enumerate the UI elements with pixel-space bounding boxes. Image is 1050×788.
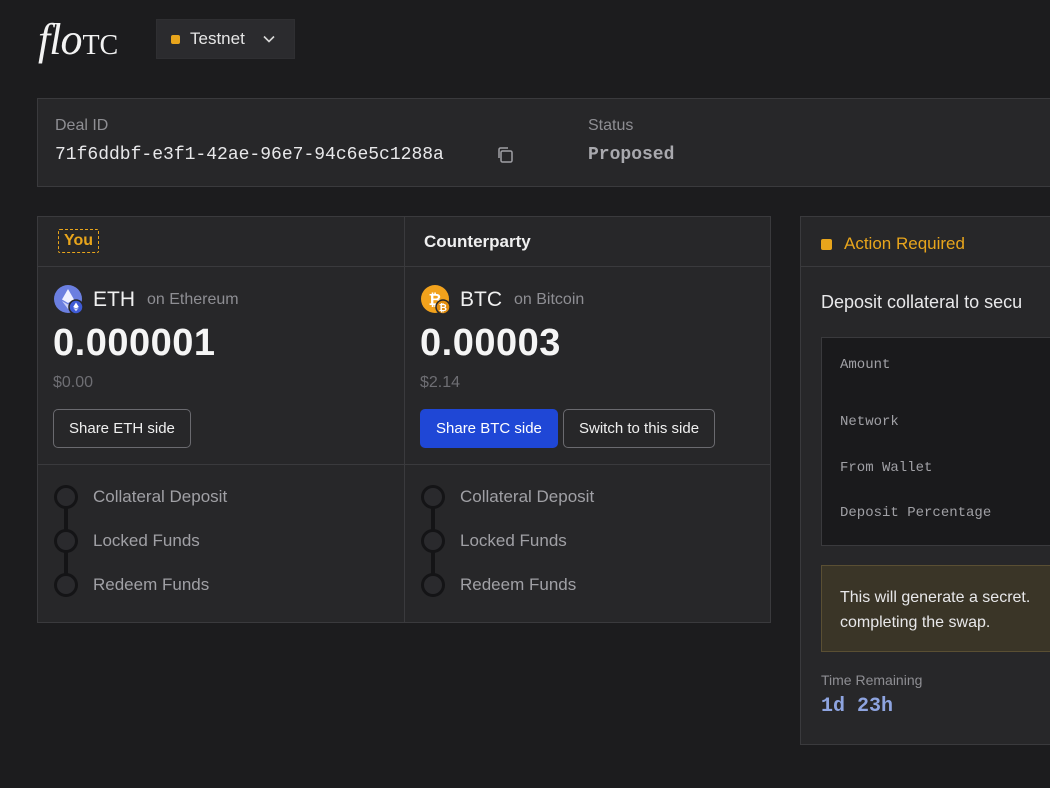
steps-divider xyxy=(38,464,770,465)
counterparty-step-redeem: Redeem Funds xyxy=(421,573,576,597)
bitcoin-icon: ₿ ₿ xyxy=(421,285,451,315)
counterparty-asset-symbol: BTC xyxy=(460,288,502,311)
chevron-down-icon xyxy=(263,35,275,43)
step-label: Redeem Funds xyxy=(460,575,577,594)
action-description: Deposit collateral to secu xyxy=(821,292,1023,312)
step-dot xyxy=(421,485,445,509)
you-tag: You xyxy=(58,229,100,253)
counterparty-asset-network: on Bitcoin xyxy=(514,291,585,308)
swap-card: You Counterparty ETH on Ethereum 0.00000… xyxy=(37,216,771,623)
step-dot xyxy=(54,485,78,509)
counterparty-heading: Counterparty xyxy=(424,232,531,251)
switch-side-button[interactable]: Switch to this side xyxy=(563,409,716,448)
status-label: Status xyxy=(588,117,634,134)
share-btc-side-button[interactable]: Share BTC side xyxy=(420,409,558,448)
action-header: Action Required xyxy=(821,234,965,254)
you-asset-line: ETH on Ethereum xyxy=(53,284,239,316)
time-remaining-label: Time Remaining xyxy=(821,672,923,688)
step-label: Locked Funds xyxy=(460,531,567,550)
you-steps-list: Collateral Deposit Locked Funds Redeem F… xyxy=(38,482,404,622)
note-text: This will generate a secret. completing … xyxy=(840,585,1030,635)
note-line-2: completing the swap. xyxy=(840,614,991,631)
action-status-dot xyxy=(821,238,832,250)
step-label: Locked Funds xyxy=(93,531,200,550)
you-side-panel: ETH on Ethereum 0.000001 $0.00 Share ETH… xyxy=(38,266,404,464)
copy-icon[interactable] xyxy=(495,145,515,165)
step-label: Redeem Funds xyxy=(93,575,210,594)
you-step-collateral: Collateral Deposit xyxy=(54,485,227,509)
ethereum-icon xyxy=(54,285,84,315)
secret-warning-note: This will generate a secret. completing … xyxy=(821,565,1050,652)
counterparty-amount: 0.00003 xyxy=(420,322,561,364)
action-header-divider xyxy=(801,266,1050,267)
network-selector[interactable]: Testnet xyxy=(156,19,295,59)
svg-text:₿: ₿ xyxy=(439,302,447,314)
step-dot xyxy=(421,573,445,597)
you-step-locked: Locked Funds xyxy=(54,529,200,553)
deal-id-label: Deal ID xyxy=(55,117,109,134)
detail-label-deposit-percentage: Deposit Percentage xyxy=(840,505,992,521)
app-logo: flo TC xyxy=(38,14,119,64)
counterparty-step-locked: Locked Funds xyxy=(421,529,567,553)
counterparty-side-panel: ₿ ₿ BTC on Bitcoin 0.00003 $2.14 Share B… xyxy=(405,266,771,464)
you-asset-network: on Ethereum xyxy=(147,291,239,308)
status-badge: Proposed xyxy=(588,145,675,165)
you-step-redeem: Redeem Funds xyxy=(54,573,209,597)
step-label: Collateral Deposit xyxy=(93,487,228,506)
you-usd-value: $0.00 xyxy=(53,374,94,391)
deal-id-value: 71f6ddbf-e3f1-42ae-96e7-94c6e5c1288a xyxy=(55,145,444,165)
you-asset-symbol: ETH xyxy=(93,288,135,311)
step-dot xyxy=(54,529,78,553)
step-label: Collateral Deposit xyxy=(460,487,595,506)
logo-caps-text: TC xyxy=(82,30,119,61)
step-dot xyxy=(421,529,445,553)
detail-label-from-wallet: From Wallet xyxy=(840,460,933,476)
deal-info-bar: Deal ID 71f6ddbf-e3f1-42ae-96e7-94c6e5c1… xyxy=(37,98,1050,187)
action-required-card: Action Required Deposit collateral to se… xyxy=(800,216,1050,745)
counterparty-step-collateral: Collateral Deposit xyxy=(421,485,594,509)
deposit-details-box: Amount Network From Wallet Deposit Perce… xyxy=(821,337,1050,546)
counterparty-usd-value: $2.14 xyxy=(420,374,461,391)
action-title: Action Required xyxy=(844,234,965,253)
logo-italic-text: flo xyxy=(38,15,82,64)
share-eth-side-button[interactable]: Share ETH side xyxy=(53,409,191,448)
detail-label-network: Network xyxy=(840,414,899,430)
network-status-dot xyxy=(171,34,180,44)
you-amount: 0.000001 xyxy=(53,322,216,364)
step-dot xyxy=(54,573,78,597)
time-remaining-value: 1d 23h xyxy=(821,695,894,718)
counterparty-steps-list: Collateral Deposit Locked Funds Redeem F… xyxy=(405,482,771,622)
detail-label-amount: Amount xyxy=(840,357,891,373)
counterparty-asset-line: ₿ ₿ BTC on Bitcoin xyxy=(420,284,584,316)
note-line-1: This will generate a secret. xyxy=(840,589,1031,606)
network-label: Testnet xyxy=(190,29,245,48)
